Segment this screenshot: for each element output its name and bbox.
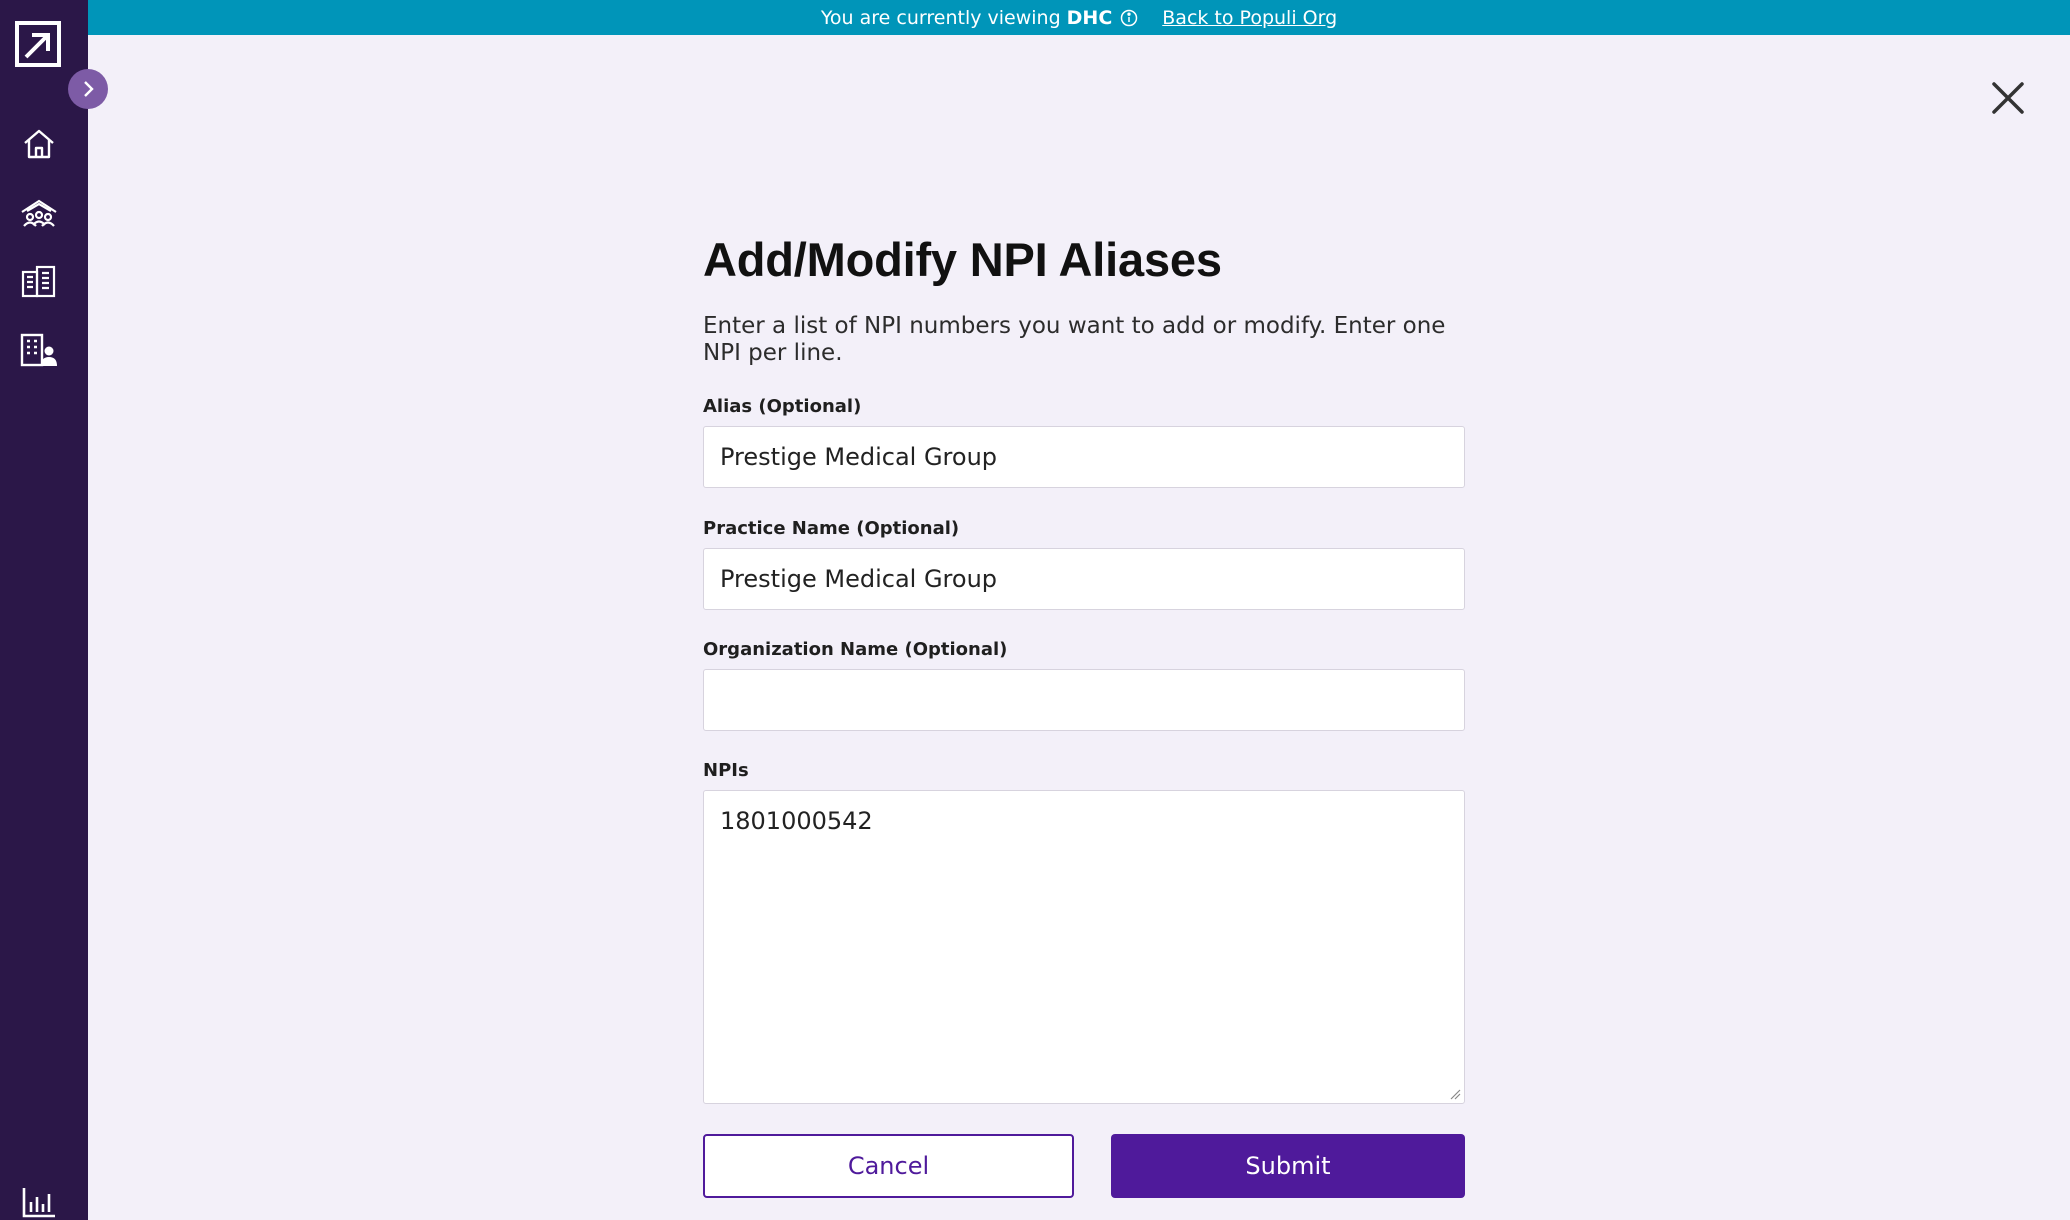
practice-name-input[interactable]: Prestige Medical Group	[703, 548, 1465, 610]
organization-name-field-group: Organization Name (Optional)	[703, 639, 1465, 731]
banner-org-name: DHC	[1066, 6, 1113, 29]
npis-textarea[interactable]: 1801000542	[703, 790, 1465, 1104]
npis-value: 1801000542	[720, 807, 873, 835]
network-icon[interactable]	[19, 193, 59, 233]
info-icon[interactable]	[1120, 9, 1138, 27]
resize-grip-icon[interactable]	[1449, 1088, 1461, 1100]
practice-name-field-group: Practice Name (Optional) Prestige Medica…	[703, 518, 1465, 610]
close-icon	[1992, 82, 2024, 114]
form-actions: Cancel Submit	[703, 1134, 1465, 1198]
npis-field-group: NPIs 1801000542	[703, 760, 1465, 1104]
analytics-icon[interactable]	[19, 1182, 59, 1220]
close-button[interactable]	[1988, 78, 2028, 118]
npis-label: NPIs	[703, 760, 749, 781]
organization-name-label: Organization Name (Optional)	[703, 639, 1008, 660]
organization-name-input[interactable]	[703, 669, 1465, 731]
alias-field-group: Alias (Optional) Prestige Medical Group	[703, 396, 1465, 488]
practice-directory-icon[interactable]	[19, 330, 59, 370]
npi-alias-form: Add/Modify NPI Aliases Enter a list of N…	[703, 232, 1465, 1198]
practice-name-label: Practice Name (Optional)	[703, 518, 960, 539]
banner-text: You are currently viewing	[820, 6, 1061, 29]
back-to-org-link[interactable]: Back to Populi Org	[1162, 7, 1337, 29]
submit-button[interactable]: Submit	[1111, 1134, 1465, 1198]
chevron-right-icon	[84, 81, 94, 97]
home-icon[interactable]	[19, 124, 59, 164]
expand-sidebar-button[interactable]	[68, 69, 108, 109]
cancel-button[interactable]: Cancel	[703, 1134, 1074, 1198]
form-description: Enter a list of NPI numbers you want to …	[703, 313, 1446, 366]
alias-input[interactable]: Prestige Medical Group	[703, 426, 1465, 488]
organizations-icon[interactable]	[19, 261, 59, 301]
alias-label: Alias (Optional)	[703, 396, 862, 417]
page-title: Add/Modify NPI Aliases	[703, 233, 1222, 286]
org-viewing-banner: You are currently viewing DHC Back to Po…	[88, 0, 2070, 35]
sidebar	[0, 0, 88, 1220]
populi-logo[interactable]	[14, 20, 64, 68]
